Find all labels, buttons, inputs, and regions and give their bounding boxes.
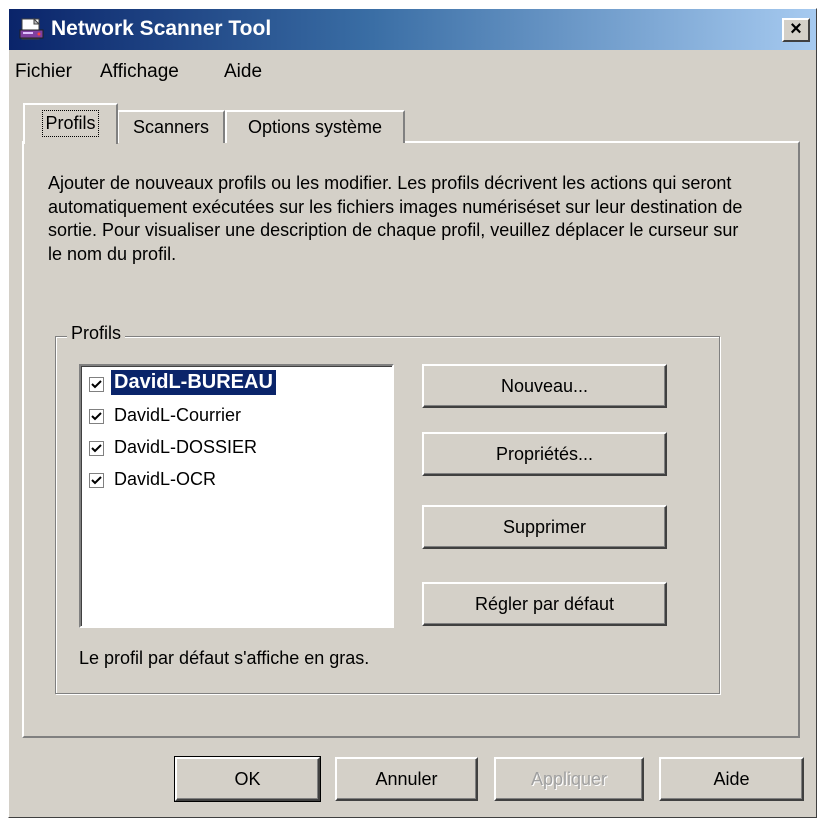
- tab-profils[interactable]: Profils: [23, 103, 118, 144]
- profiles-listbox[interactable]: DavidL-BUREAU DavidL-Courrier DavidL-DOS…: [79, 364, 394, 628]
- window-title: Network Scanner Tool: [51, 17, 272, 40]
- new-profile-button[interactable]: Nouveau...: [422, 364, 667, 408]
- profiles-description: Ajouter de nouveaux profils ou les modif…: [48, 173, 743, 264]
- title-bar[interactable]: Network Scanner Tool ×: [9, 9, 816, 50]
- ok-button[interactable]: OK: [174, 756, 321, 802]
- checkmark-icon: [91, 412, 102, 421]
- set-default-button[interactable]: Régler par défaut: [422, 582, 667, 626]
- menu-affichage[interactable]: Affichage: [100, 61, 179, 83]
- help-button[interactable]: Aide: [659, 757, 804, 801]
- menu-aide[interactable]: Aide: [224, 61, 262, 83]
- profile-name: DavidL-OCR: [114, 469, 217, 489]
- profile-checkbox[interactable]: [89, 441, 104, 456]
- default-profile-note: Le profil par défaut s'affiche en gras.: [79, 648, 370, 668]
- delete-button[interactable]: Supprimer: [422, 505, 667, 549]
- profile-name: DavidL-Courrier: [114, 405, 242, 425]
- checkmark-icon: [91, 444, 102, 453]
- checkmark-icon: [91, 380, 102, 389]
- tab-scanners[interactable]: Scanners: [117, 110, 225, 143]
- profiles-group-label: Profils: [67, 323, 126, 344]
- properties-button[interactable]: Propriétés...: [422, 432, 667, 476]
- profile-name: DavidL-DOSSIER: [114, 437, 258, 457]
- close-button[interactable]: ×: [782, 18, 810, 42]
- cancel-button[interactable]: Annuler: [335, 757, 478, 801]
- profile-checkbox[interactable]: [89, 473, 104, 488]
- scanner-app-icon: [19, 17, 44, 40]
- apply-button[interactable]: Appliquer: [494, 757, 644, 801]
- menu-fichier[interactable]: Fichier: [15, 61, 72, 83]
- checkmark-icon: [91, 476, 102, 485]
- close-icon: ×: [790, 18, 802, 40]
- profile-name: DavidL-BUREAU: [111, 370, 276, 395]
- profile-checkbox[interactable]: [89, 409, 104, 424]
- tab-options-systeme[interactable]: Options système: [225, 110, 405, 143]
- profile-checkbox[interactable]: [89, 377, 104, 392]
- menu-bar: Fichier Affichage Aide: [9, 57, 816, 87]
